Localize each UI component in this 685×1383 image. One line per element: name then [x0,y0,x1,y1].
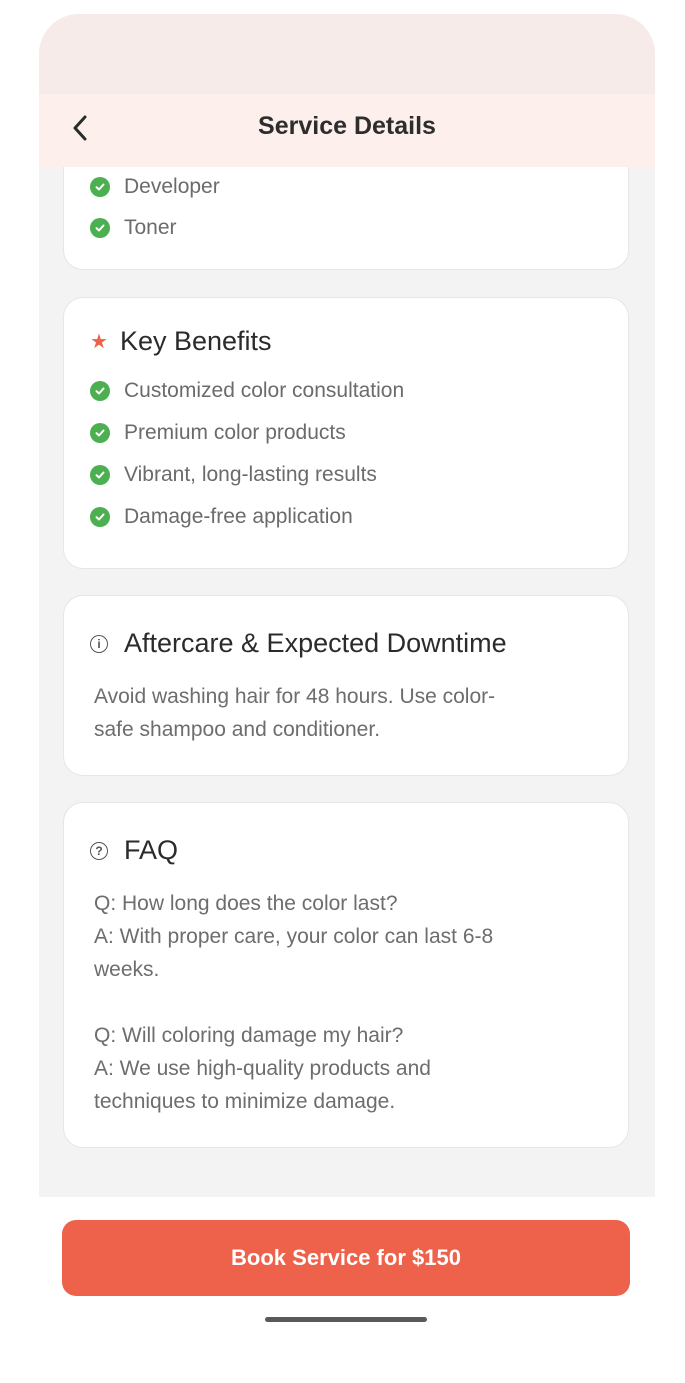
card-title: i Aftercare & Expected Downtime [90,628,507,659]
check-circle-icon [90,381,110,401]
app-header: Service Details [39,94,655,167]
page-title: Service Details [258,112,436,140]
book-service-button[interactable]: Book Service for $150 [62,1220,630,1296]
list-item-label: Toner [124,216,177,239]
list-item: Customized color consultation [90,379,404,403]
check-circle-icon [90,507,110,527]
list-item: Developer [90,175,220,199]
materials-card: Developer Toner [63,167,629,270]
booking-footer: Book Service for $150 [39,1197,655,1352]
faq-text: Q: How long does the color last? A: With… [94,892,494,1113]
info-icon: i [90,634,108,653]
card-title: ? FAQ [90,835,178,866]
phone-screen: Service Details Developer Toner ★ Key Be… [39,14,655,1352]
star-icon: ★ [90,330,108,353]
list-item-label: Damage-free application [124,505,353,528]
aftercare-card: i Aftercare & Expected Downtime Avoid wa… [63,595,629,776]
list-item-label: Customized color consultation [124,379,405,402]
aftercare-text: Avoid washing hair for 48 hours. Use col… [94,685,496,741]
card-title: ★ Key Benefits [90,326,272,357]
check-circle-icon [90,465,110,485]
card-title-label: Key Benefits [119,326,272,356]
question-icon: ? [90,841,108,860]
list-item-label: Developer [124,175,220,198]
check-circle-icon [90,218,110,238]
list-item: Toner [90,216,177,240]
card-title-label: Aftercare & Expected Downtime [124,628,507,658]
check-circle-icon [90,177,110,197]
check-circle-icon [90,423,110,443]
service-details-scroll[interactable]: Developer Toner ★ Key Benefits Customize… [39,167,655,1197]
list-item-label: Premium color products [124,421,346,444]
home-indicator[interactable] [265,1317,427,1322]
card-title-label: FAQ [124,835,179,865]
list-item-label: Vibrant, long-lasting results [124,463,377,486]
key-benefits-card: ★ Key Benefits Customized color consulta… [63,297,629,569]
status-bar [39,14,655,94]
faq-card: ? FAQ Q: How long does the color last? A… [63,802,629,1148]
list-item: Vibrant, long-lasting results [90,463,377,487]
list-item: Premium color products [90,421,346,445]
list-item: Damage-free application [90,505,353,529]
